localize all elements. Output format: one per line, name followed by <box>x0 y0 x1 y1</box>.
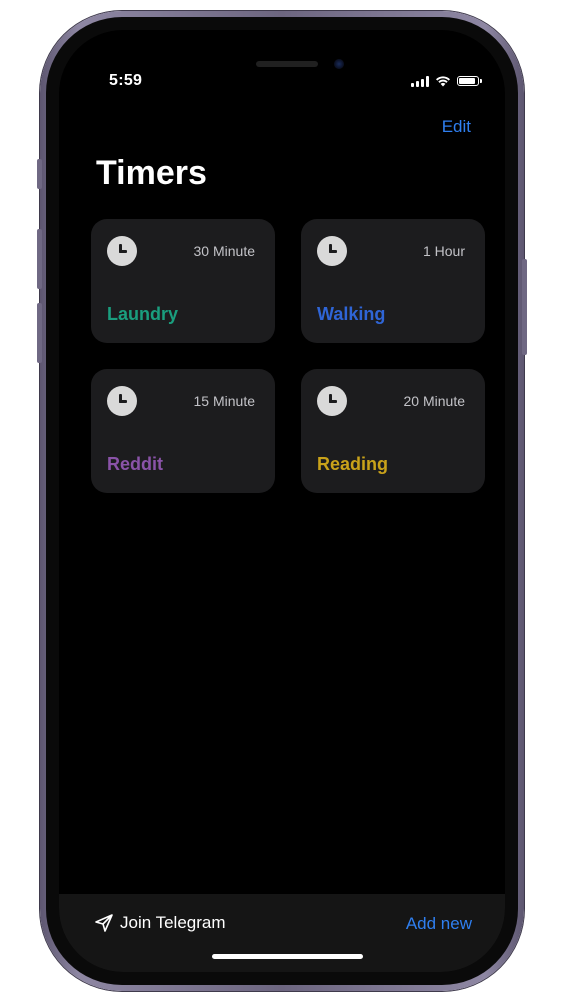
power-button <box>522 259 527 355</box>
timer-card-walking[interactable]: 1 Hour Walking <box>301 219 485 343</box>
timer-duration: 30 Minute <box>193 243 255 259</box>
join-telegram-label: Join Telegram <box>120 913 226 932</box>
phone-frame: 5:59 Edit Timers 30 Minute Laundry 1 Hou… <box>37 11 527 991</box>
battery-icon <box>457 76 482 86</box>
join-telegram-button[interactable]: Join Telegram <box>94 913 226 933</box>
bottom-bar: Join Telegram Add new <box>59 894 505 972</box>
timer-name: Walking <box>317 304 386 324</box>
clock-icon <box>317 236 347 266</box>
timer-card-laundry[interactable]: 30 Minute Laundry <box>91 219 275 343</box>
timer-name: Reading <box>317 454 389 474</box>
status-icons <box>411 75 482 87</box>
timer-duration: 20 Minute <box>403 393 465 409</box>
timer-duration: 15 Minute <box>193 393 255 409</box>
clock-icon <box>107 236 137 266</box>
earpiece-speaker <box>256 61 318 67</box>
add-new-button[interactable]: Add new <box>406 914 472 934</box>
page-title: Timers <box>96 154 207 192</box>
cellular-signal-icon <box>411 75 429 87</box>
volume-down-button <box>37 303 42 363</box>
screen: 5:59 Edit Timers 30 Minute Laundry 1 Hou… <box>59 30 505 972</box>
edit-button[interactable]: Edit <box>442 117 471 137</box>
home-indicator[interactable] <box>212 954 363 959</box>
front-camera <box>334 59 344 69</box>
timer-grid: 30 Minute Laundry 1 Hour Walking 15 Minu… <box>91 219 485 493</box>
timer-card-reddit[interactable]: 15 Minute Reddit <box>91 369 275 493</box>
clock-icon <box>107 386 137 416</box>
timer-name: Laundry <box>107 304 179 324</box>
volume-up-button <box>37 229 42 289</box>
timer-card-reading[interactable]: 20 Minute Reading <box>301 369 485 493</box>
timer-name: Reddit <box>107 454 163 474</box>
silent-switch <box>37 159 42 189</box>
status-time: 5:59 <box>109 72 143 89</box>
phone-bezel: 5:59 Edit Timers 30 Minute Laundry 1 Hou… <box>46 17 518 985</box>
wifi-icon <box>436 76 450 87</box>
timer-duration: 1 Hour <box>422 243 465 259</box>
send-arrow-icon <box>95 914 113 932</box>
clock-icon <box>317 386 347 416</box>
